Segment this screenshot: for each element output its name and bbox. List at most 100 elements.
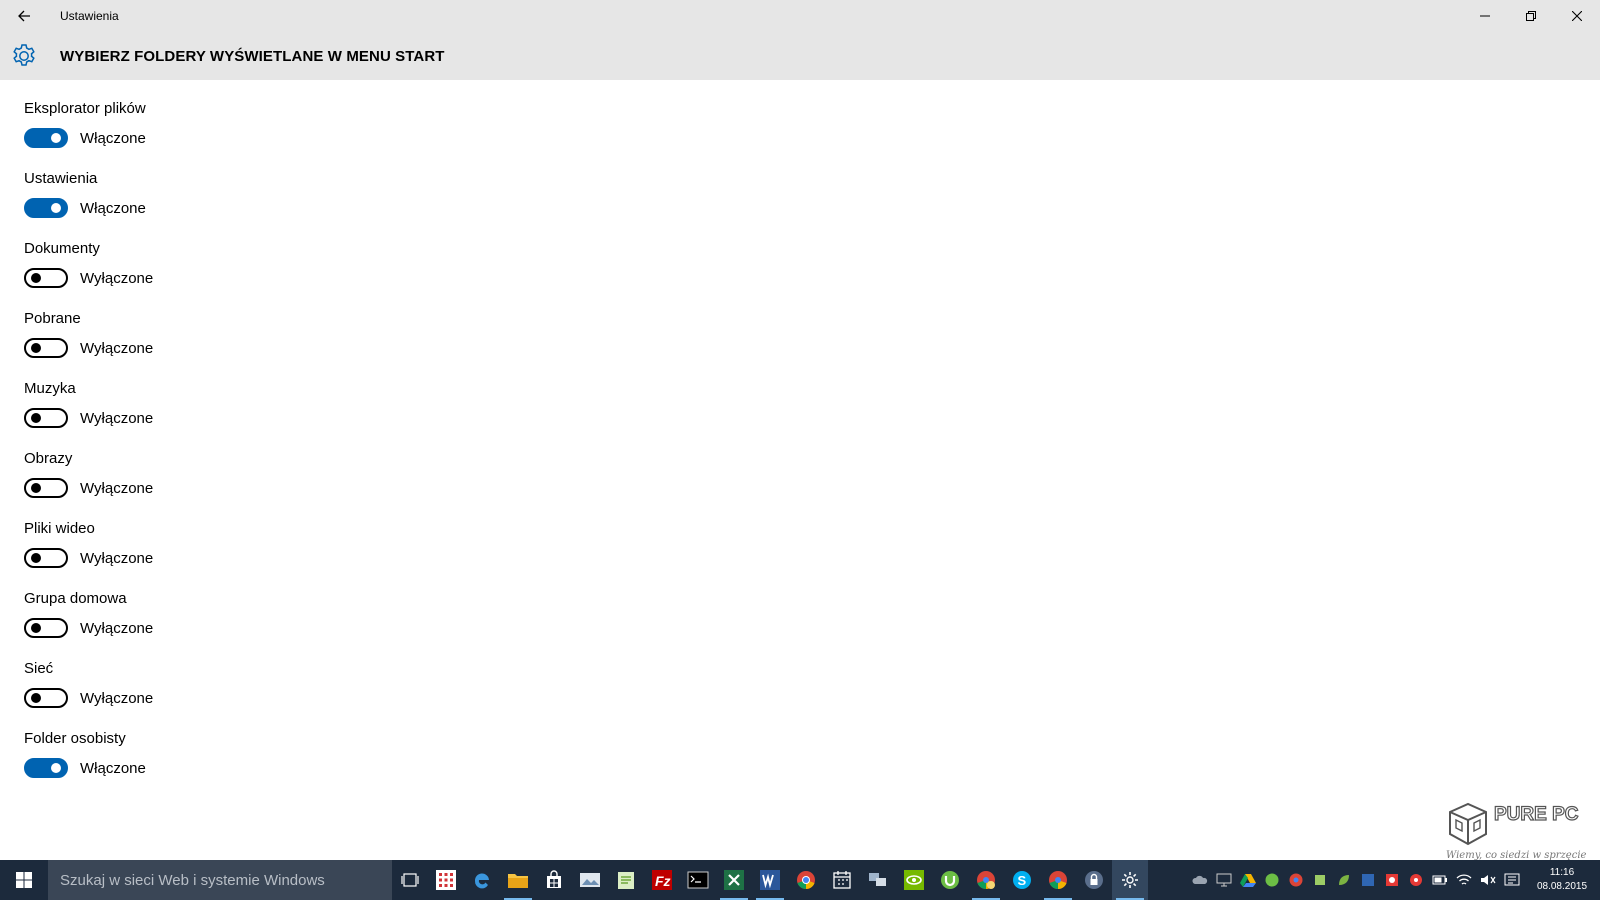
cleaner-tray-icon[interactable]	[1308, 860, 1332, 900]
google-drive-icon[interactable]	[1236, 860, 1260, 900]
pictures-toggle[interactable]	[24, 478, 68, 498]
toggle-state-label: Włączone	[80, 199, 146, 217]
store-icon[interactable]	[536, 860, 572, 900]
record-tray-icon[interactable]	[1404, 860, 1428, 900]
downloads-toggle[interactable]	[24, 338, 68, 358]
setting-label: Sieć	[24, 660, 54, 677]
calendar-icon[interactable]	[824, 860, 860, 900]
minimize-button[interactable]	[1462, 0, 1508, 32]
nvidia-icon[interactable]	[896, 860, 932, 900]
page-header: WYBIERZ FOLDERY WYŚWIETLANE W MENU START	[0, 32, 1600, 80]
notepad-icon[interactable]	[608, 860, 644, 900]
app-title: Ustawienia	[60, 9, 119, 23]
utorrent-icon[interactable]	[932, 860, 968, 900]
file-explorer-toggle[interactable]	[24, 128, 68, 148]
toggle-state-label: Wyłączone	[80, 339, 154, 357]
setting-label: Pliki wideo	[24, 520, 95, 537]
keepass-tray-icon[interactable]	[1356, 860, 1380, 900]
filezilla-icon[interactable]: Fz	[644, 860, 680, 900]
leaf-tray-icon[interactable]	[1332, 860, 1356, 900]
vpn-icon[interactable]	[1076, 860, 1112, 900]
chrome-alt-icon[interactable]	[1040, 860, 1076, 900]
setting-settings: Ustawienia Włączone	[24, 166, 624, 236]
store-tiles-icon[interactable]	[428, 860, 464, 900]
task-view-icon[interactable]	[392, 860, 428, 900]
excel-icon[interactable]	[716, 860, 752, 900]
setting-downloads: Pobrane Wyłączone	[24, 306, 624, 376]
search-input[interactable]	[60, 871, 380, 889]
back-arrow-icon	[18, 10, 30, 22]
battery-icon[interactable]	[1428, 860, 1452, 900]
restore-icon	[1526, 11, 1536, 21]
cmd-icon[interactable]	[680, 860, 716, 900]
network-icon[interactable]	[860, 860, 896, 900]
windows-logo-icon	[16, 872, 32, 888]
watermark-brand: PURE PC	[1494, 804, 1579, 825]
utorrent-tray-icon[interactable]	[1260, 860, 1284, 900]
setting-label: Folder osobisty	[24, 730, 126, 747]
clock-date: 08.08.2015	[1536, 881, 1588, 892]
photo-icon[interactable]	[572, 860, 608, 900]
setting-personal-folder: Folder osobisty Włączone	[24, 726, 624, 796]
snagit-tray-icon[interactable]	[1380, 860, 1404, 900]
action-center-icon[interactable]	[1500, 860, 1524, 900]
setting-label: Ustawienia	[24, 170, 98, 187]
taskbar-clock[interactable]: 11:16 08.08.2015	[1524, 860, 1600, 900]
toggle-state-label: Włączone	[80, 129, 146, 147]
documents-toggle[interactable]	[24, 268, 68, 288]
toggle-state-label: Wyłączone	[80, 549, 154, 567]
setting-homegroup: Grupa domowa Wyłączone	[24, 586, 624, 656]
setting-label: Dokumenty	[24, 240, 100, 257]
setting-label: Pobrane	[24, 310, 81, 327]
taskbar: Fz	[0, 860, 1600, 900]
clock-time: 11:16	[1549, 867, 1575, 878]
setting-documents: Dokumenty Wyłączone	[24, 236, 624, 306]
minimize-icon	[1480, 15, 1490, 17]
volume-icon[interactable]	[1476, 860, 1500, 900]
restore-button[interactable]	[1508, 0, 1554, 32]
setting-file-explorer: Eksplorator plików Włączone	[24, 96, 624, 166]
taskbar-search[interactable]	[48, 860, 392, 900]
chrome-tray-icon[interactable]	[1284, 860, 1308, 900]
back-button[interactable]	[0, 0, 48, 32]
start-button[interactable]	[0, 860, 48, 900]
settings-icon[interactable]	[1112, 860, 1148, 900]
homegroup-toggle[interactable]	[24, 618, 68, 638]
setting-label: Muzyka	[24, 380, 76, 397]
edge-icon[interactable]	[464, 860, 500, 900]
toggle-state-label: Wyłączone	[80, 689, 154, 707]
system-tray: 11:16 08.08.2015	[1188, 860, 1600, 900]
toggle-state-label: Wyłączone	[80, 619, 154, 637]
close-button[interactable]	[1554, 0, 1600, 32]
chrome-icon[interactable]	[788, 860, 824, 900]
setting-label: Eksplorator plików	[24, 100, 146, 117]
close-icon	[1572, 11, 1582, 21]
display-icon[interactable]	[1212, 860, 1236, 900]
gear-icon	[0, 32, 48, 80]
setting-label: Obrazy	[24, 450, 73, 467]
personal-folder-toggle[interactable]	[24, 758, 68, 778]
title-bar: Ustawienia	[0, 0, 1600, 32]
settings-list: Eksplorator plików Włączone Ustawienia W…	[24, 96, 624, 796]
onedrive-icon[interactable]	[1188, 860, 1212, 900]
svg-text:Fz: Fz	[655, 873, 671, 889]
word-icon[interactable]	[752, 860, 788, 900]
videos-toggle[interactable]	[24, 548, 68, 568]
setting-network: Sieć Wyłączone	[24, 656, 624, 726]
settings-window: Ustawienia WYBIERZ FOLDERY WYŚWIETLANE W…	[0, 0, 1600, 900]
toggle-state-label: Włączone	[80, 759, 146, 777]
skype-icon[interactable]: S	[1004, 860, 1040, 900]
purepc-watermark: PURE PC Wiemy, co siedzi w sprzęcie	[1446, 800, 1592, 862]
setting-videos: Pliki wideo Wyłączone	[24, 516, 624, 586]
wifi-icon[interactable]	[1452, 860, 1476, 900]
taskbar-pinned: Fz S	[392, 860, 1148, 900]
setting-label: Grupa domowa	[24, 590, 127, 607]
file-explorer-icon[interactable]	[500, 860, 536, 900]
setting-music: Muzyka Wyłączone	[24, 376, 624, 446]
chrome-profile-icon[interactable]	[968, 860, 1004, 900]
setting-pictures: Obrazy Wyłączone	[24, 446, 624, 516]
toggle-state-label: Wyłączone	[80, 269, 154, 287]
settings-toggle[interactable]	[24, 198, 68, 218]
network-toggle[interactable]	[24, 688, 68, 708]
music-toggle[interactable]	[24, 408, 68, 428]
